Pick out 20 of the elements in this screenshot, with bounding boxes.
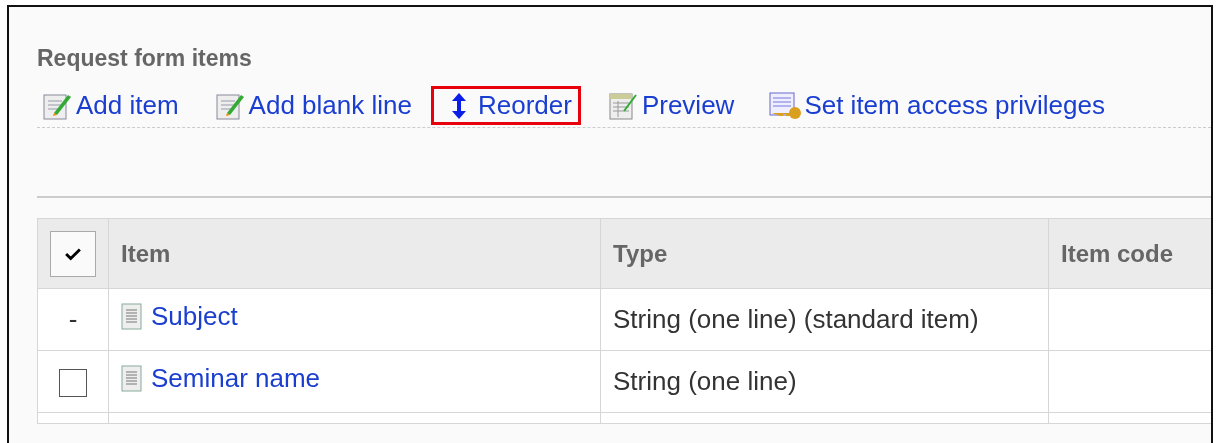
table-cell: String (one line) (standard item) [600, 288, 1049, 351]
toolbar-link[interactable]: Add blank line [209, 86, 421, 125]
toolbar-link[interactable]: Set item access privileges [765, 86, 1114, 125]
table-cell: String (one line) [600, 350, 1049, 413]
row-checkbox[interactable] [59, 369, 87, 398]
column-header: Item [108, 218, 601, 289]
toolbar-link[interactable]: Add item [37, 86, 188, 125]
dash-mark: - [68, 304, 78, 334]
select-all-checkbox[interactable] [50, 230, 96, 277]
column-header: Type [600, 218, 1049, 289]
toolbar-link[interactable]: Preview [602, 86, 744, 125]
section-title: Request form items [37, 45, 253, 72]
item-link[interactable]: Subject [151, 301, 238, 333]
document-icon [121, 364, 143, 393]
document-key-icon [768, 90, 803, 121]
toolbar-link[interactable]: Reorder [430, 86, 581, 125]
column-header: Item code [1048, 218, 1211, 289]
item-link[interactable]: Seminar name [151, 363, 321, 395]
checkmark-icon [65, 246, 81, 261]
document-icon [121, 302, 143, 331]
